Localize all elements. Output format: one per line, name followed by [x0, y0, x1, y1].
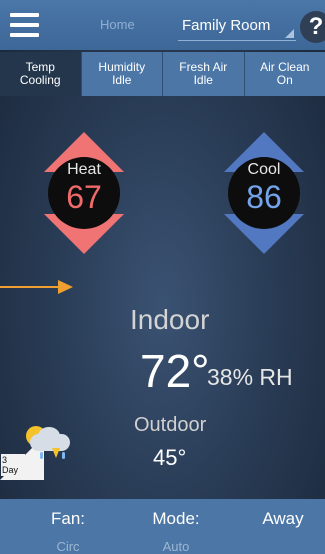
- forecast-days-number: 3: [2, 455, 8, 465]
- home-link[interactable]: Home: [100, 17, 135, 32]
- cool-value: 86: [246, 179, 282, 215]
- fan-label: Fan:: [50, 509, 86, 528]
- help-button[interactable]: ?: [300, 11, 325, 43]
- outdoor-temperature: 45°: [153, 445, 187, 470]
- rain-drop-icon: [62, 452, 65, 459]
- cool-setpoint-display: Cool 86: [228, 157, 300, 229]
- indoor-humidity: 38% RH: [207, 364, 293, 390]
- mode-label: Mode:: [152, 509, 200, 528]
- outdoor-label: Outdoor: [134, 414, 207, 436]
- indoor-label: Indoor: [130, 304, 210, 335]
- away-button[interactable]: Away: [253, 509, 313, 529]
- tab-temp-status: Cooling: [19, 73, 61, 87]
- forecast-widget[interactable]: 3 Day: [0, 418, 80, 482]
- heat-setpoint-display: Heat 67: [48, 157, 120, 229]
- dropdown-corner-icon: [285, 29, 294, 38]
- tab-air-clean-status: On: [276, 73, 293, 87]
- tab-air-clean[interactable]: Air Clean On: [245, 52, 325, 96]
- tab-fresh-air[interactable]: Fresh Air Idle: [163, 52, 245, 96]
- header: Home Family Room ?: [0, 0, 325, 50]
- away-label: Away: [262, 509, 304, 528]
- mode-value: Auto: [162, 539, 190, 554]
- forecast-days-label: 3 Day: [1, 454, 25, 476]
- pointer-arrow-line: [0, 286, 60, 288]
- cool-setpoint: Cool 86: [224, 132, 304, 254]
- lightning-icon: [52, 448, 60, 458]
- fan-value: Circ: [56, 539, 80, 554]
- fan-button[interactable]: Fan: Circ: [43, 509, 93, 554]
- cloud-icon: [30, 434, 70, 451]
- room-select-label: Family Room: [182, 17, 271, 34]
- forecast-days-unit: Day: [2, 465, 19, 475]
- room-select[interactable]: Family Room: [178, 11, 296, 41]
- indoor-temp-value: 72: [140, 345, 192, 397]
- heat-setpoint: Heat 67: [44, 132, 124, 254]
- menu-icon[interactable]: [10, 13, 39, 37]
- tab-humidity[interactable]: Humidity Idle: [82, 52, 163, 96]
- heat-value: 67: [66, 179, 102, 215]
- pointer-arrow-icon: [58, 280, 73, 294]
- status-tabs: Temp Cooling Humidity Idle Fresh Air Idl…: [0, 52, 325, 96]
- heat-label: Heat: [67, 161, 101, 178]
- indoor-temperature: 72°: [140, 345, 210, 397]
- rain-drop-icon: [40, 452, 43, 459]
- tab-temp[interactable]: Temp Cooling: [0, 52, 82, 96]
- cool-label: Cool: [247, 161, 281, 178]
- tab-humidity-status: Idle: [112, 73, 132, 87]
- tab-fresh-air-status: Idle: [193, 73, 213, 87]
- mode-button[interactable]: Mode: Auto: [143, 509, 209, 554]
- bottom-bar: Fan: Circ Mode: Auto Away: [0, 499, 325, 554]
